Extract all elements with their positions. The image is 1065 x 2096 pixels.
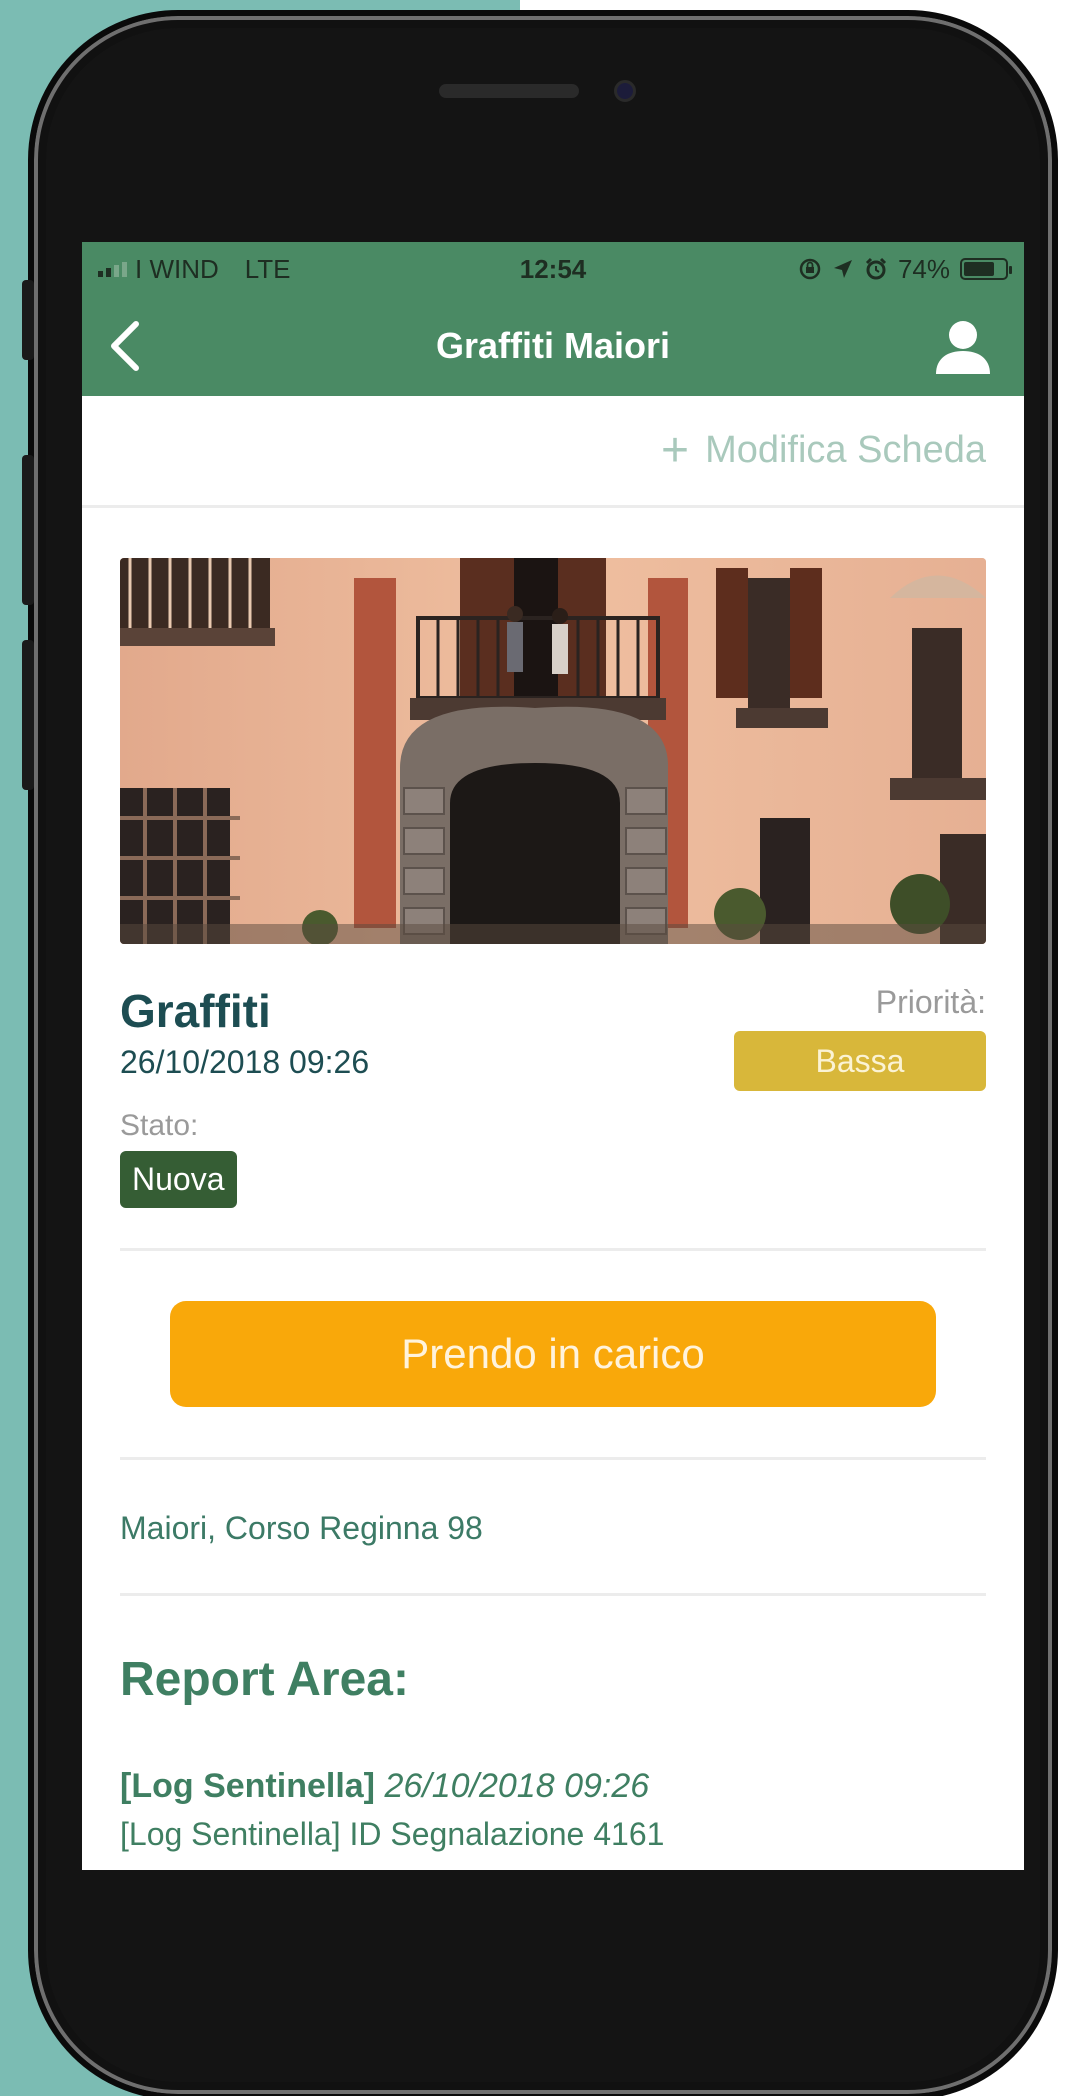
report-photo[interactable] (120, 558, 986, 944)
signal-icon (98, 261, 127, 277)
edit-card-label: Modifica Scheda (705, 429, 986, 471)
status-left: I WIND LTE (98, 254, 291, 285)
state-label: Stato: (120, 1109, 199, 1142)
app-screen: I WIND LTE 12:54 74% Graffiti Maiori + M… (82, 242, 1024, 1870)
mute-switch (22, 280, 34, 360)
plus-icon: + (661, 423, 690, 477)
log-entry-text: [Log Sentinella] ID Segnalazione 4161 (120, 1816, 665, 1852)
priority-label: Priorità: (875, 984, 986, 1020)
log-timestamp: 26/10/2018 09:26 (384, 1767, 650, 1805)
navigation-bar: Graffiti Maiori (82, 296, 1024, 396)
battery-level (964, 262, 994, 276)
front-camera (614, 80, 636, 102)
carrier-name: I WIND (135, 253, 219, 284)
battery-percent: 74% (897, 253, 950, 284)
report-address: Maiori, Corso Reginna 98 (120, 1510, 483, 1546)
status-bar: I WIND LTE 12:54 74% (82, 242, 1024, 296)
report-date: 26/10/2018 09:26 (120, 1044, 370, 1080)
divider (120, 1593, 986, 1596)
profile-button[interactable] (934, 318, 992, 376)
user-icon (936, 321, 990, 374)
battery-icon (960, 258, 1012, 280)
page-title: Graffiti Maiori (435, 325, 671, 366)
report-title: Graffiti (120, 985, 271, 1037)
location-arrow-icon (833, 260, 852, 278)
take-charge-button[interactable]: Prendo in carico (170, 1301, 936, 1407)
report-heading: Graffiti 26/10/2018 09:26 (120, 984, 369, 1091)
network-type: LTE (244, 253, 291, 284)
volume-up-button (22, 455, 34, 605)
log-source: [Log Sentinella] (120, 1767, 375, 1805)
priority-section: Priorità: Bassa (734, 984, 986, 1091)
alarm-icon (865, 257, 887, 280)
edit-card-button[interactable]: + Modifica Scheda (661, 423, 986, 477)
building-facade-image (120, 558, 986, 944)
status-right: 74% (798, 253, 1012, 285)
report-header: Graffiti 26/10/2018 09:26 Priorità: Bass… (120, 984, 986, 1091)
orientation-lock-icon (799, 258, 821, 280)
volume-down-button (22, 640, 34, 790)
state-badge: Nuova (120, 1151, 237, 1208)
priority-badge: Bassa (734, 1031, 986, 1091)
back-button[interactable] (100, 318, 150, 374)
speaker-grille (439, 84, 579, 98)
log-entry: [Log Sentinella] 26/10/2018 09:26 (120, 1767, 986, 1806)
chevron-left-icon (111, 321, 139, 371)
edit-toolbar: + Modifica Scheda (82, 396, 1024, 508)
report-area-heading: Report Area: (120, 1653, 409, 1706)
report-content: Graffiti 26/10/2018 09:26 Priorità: Bass… (82, 558, 1024, 1853)
action-section: Prendo in carico (120, 1251, 986, 1457)
